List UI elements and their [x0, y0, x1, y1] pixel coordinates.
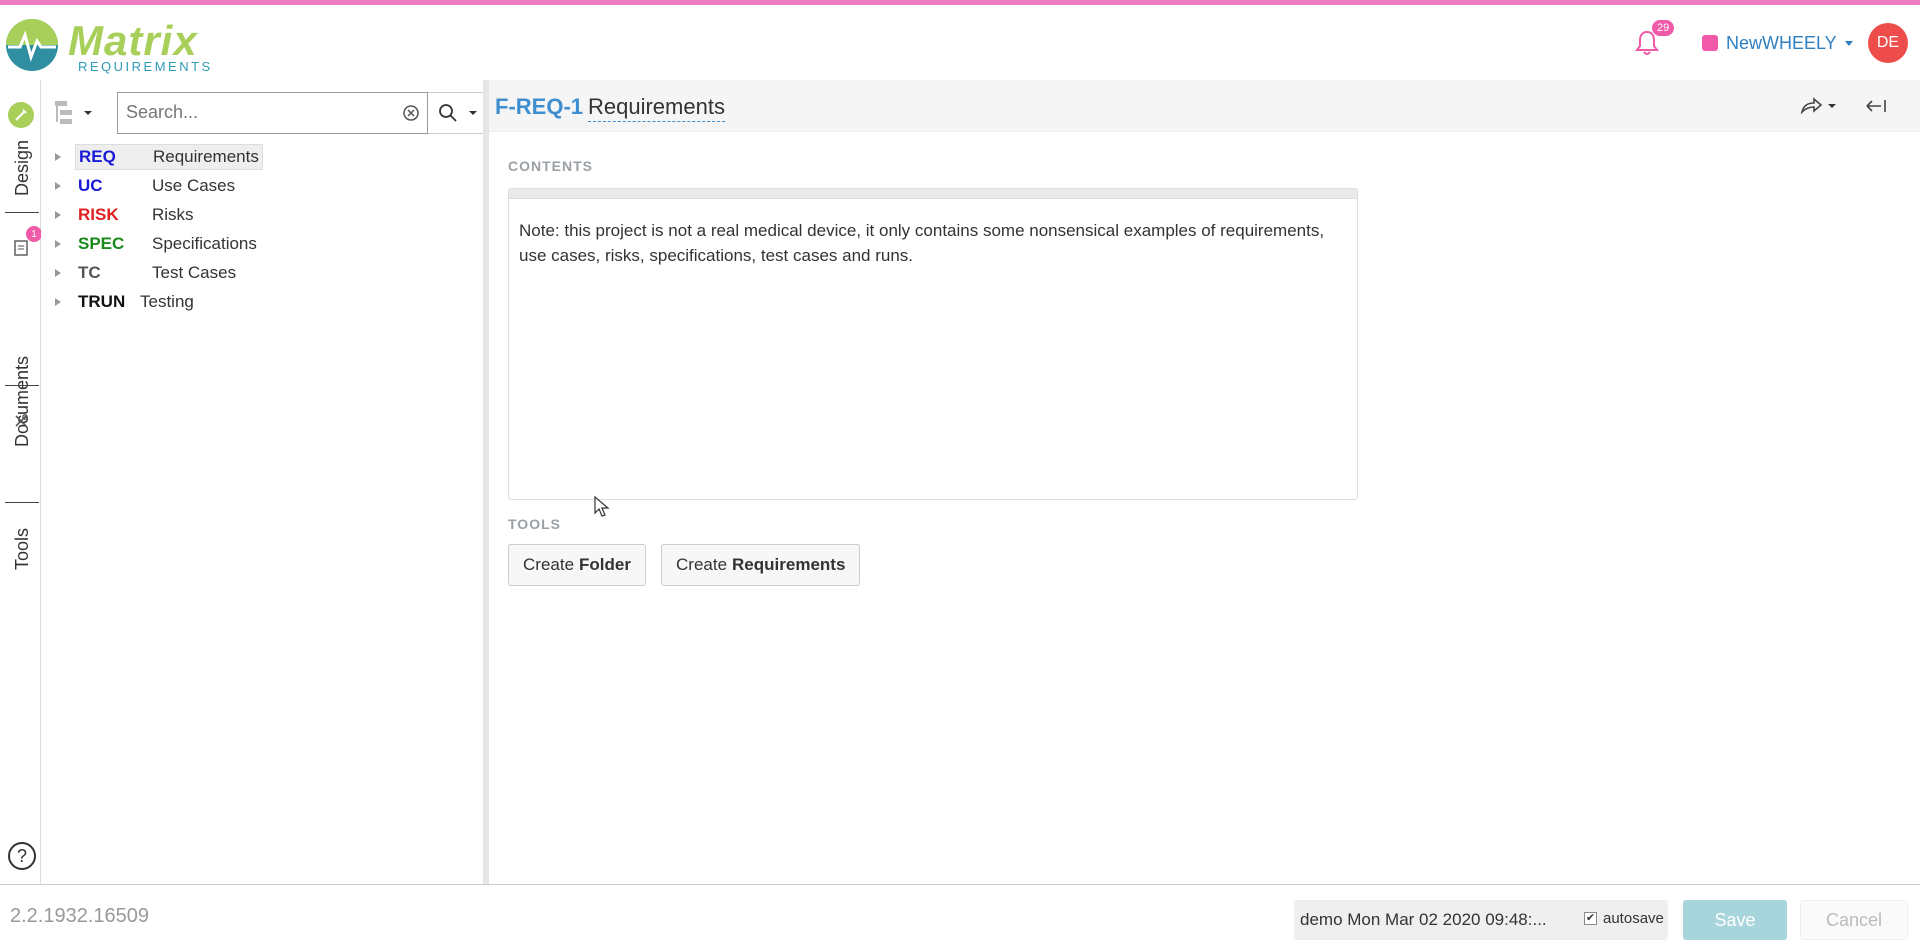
tree-item-code: TC [78, 262, 101, 282]
mouse-pointer-icon [594, 496, 610, 517]
create-folder-button[interactable]: Create Folder [508, 544, 646, 586]
tab-documents-label: Documents [12, 356, 32, 448]
tools-icon[interactable] [13, 413, 29, 429]
tree-item-label: Requirements [153, 146, 259, 166]
app-header: Matrix REQUIREMENTS 29 NewWHEELY DE [0, 5, 1920, 80]
expand-arrow-icon[interactable] [55, 181, 61, 190]
item-id[interactable]: F-REQ-1 [495, 94, 583, 120]
button-prefix: Create [523, 555, 575, 574]
item-panel: F-REQ-1 Requirements CONTENTS Note: this… [489, 80, 1920, 884]
tree-item-trun[interactable]: TRUN Testing [53, 287, 263, 316]
project-color-swatch [1702, 35, 1718, 51]
cancel-button[interactable]: Cancel [1800, 900, 1908, 940]
user-avatar[interactable]: DE [1868, 23, 1908, 63]
tree-item-code: TRUN [78, 291, 126, 311]
contents-text[interactable]: Note: this project is not a real medical… [509, 199, 1357, 268]
logo-subtitle: REQUIREMENTS [78, 59, 213, 74]
sidebar-divider [5, 385, 39, 386]
tree-item-label: Testing [140, 291, 194, 311]
expand-arrow-icon[interactable] [55, 210, 61, 219]
share-icon [1800, 97, 1823, 115]
tree-item-wrap: TRUN Testing [75, 290, 197, 314]
tree-item-code: REQ [79, 146, 116, 166]
tree-panel: REQ Requirements UC Use Cases RISK Risks… [41, 80, 488, 884]
left-sidebar: Design 1 Documents Tools ? [0, 80, 42, 884]
contents-editor[interactable]: Note: this project is not a real medical… [508, 188, 1358, 500]
expand-arrow-icon[interactable] [55, 239, 61, 248]
expand-arrow-icon[interactable] [55, 297, 61, 306]
item-tree: REQ Requirements UC Use Cases RISK Risks… [53, 142, 263, 316]
search-icon [438, 104, 457, 122]
notification-count-badge: 29 [1652, 20, 1675, 36]
save-button[interactable]: Save [1683, 900, 1787, 940]
tree-item-wrap: SPEC Specifications [75, 232, 260, 256]
chevron-down-icon [1828, 104, 1836, 108]
autosave-label: autosave [1603, 910, 1664, 927]
logo-mark-icon [6, 19, 58, 71]
search-button[interactable] [428, 92, 488, 134]
chevron-down-icon [1844, 40, 1853, 46]
tree-item-wrap: UC Use Cases [75, 174, 238, 198]
tree-view-menu[interactable] [53, 98, 97, 128]
design-brush-icon[interactable] [8, 102, 34, 128]
tree-item-label: Risks [152, 204, 194, 224]
tree-item-spec[interactable]: SPEC Specifications [53, 229, 263, 258]
tree-item-uc[interactable]: UC Use Cases [53, 171, 263, 200]
tab-documents[interactable]: Documents [5, 270, 39, 460]
help-button[interactable]: ? [8, 842, 36, 870]
button-bold-label: Folder [579, 555, 631, 574]
sidebar-divider [5, 502, 39, 503]
documents-icon[interactable] [14, 240, 28, 256]
tree-search-box [117, 92, 428, 134]
logo-wordmark: Matrix [68, 17, 198, 64]
tree-structure-icon [55, 101, 72, 124]
last-save-status: demo Mon Mar 02 2020 09:48:... [1300, 910, 1547, 929]
item-title[interactable]: Requirements [588, 94, 725, 122]
expand-arrow-icon[interactable] [55, 152, 61, 161]
chevron-down-icon [468, 111, 477, 115]
collapse-panel-icon[interactable] [1861, 94, 1891, 118]
tab-tools-label: Tools [12, 528, 32, 571]
tree-item-wrap: TC Test Cases [75, 261, 239, 285]
search-input[interactable] [118, 93, 378, 131]
autosave-toggle[interactable]: ✔ autosave [1584, 910, 1664, 927]
tree-item-code: RISK [78, 204, 119, 224]
tree-item-wrap: RISK Risks [75, 203, 197, 227]
contents-section-label: CONTENTS [508, 158, 593, 174]
project-name: NewWHEELY [1726, 32, 1837, 53]
button-bold-label: Requirements [732, 555, 846, 574]
editor-toolbar [509, 189, 1357, 199]
item-header: F-REQ-1 Requirements [489, 80, 1920, 132]
clear-search-icon[interactable] [402, 104, 420, 122]
tree-item-label: Use Cases [152, 175, 236, 195]
tab-tools[interactable]: Tools [5, 440, 39, 580]
app-logo[interactable]: Matrix REQUIREMENTS [4, 15, 224, 77]
tab-design-label: Design [12, 140, 32, 197]
app-footer: 2.2.1932.16509 demo Mon Mar 02 2020 09:4… [0, 884, 1920, 946]
expand-arrow-icon[interactable] [55, 268, 61, 277]
tree-item-req[interactable]: REQ Requirements [53, 142, 263, 171]
version-label: 2.2.1932.16509 [10, 905, 150, 927]
brush-icon [15, 109, 27, 121]
sidebar-divider [5, 212, 39, 213]
tree-item-wrap: REQ Requirements [75, 143, 263, 170]
tree-item-code: UC [78, 175, 103, 195]
documents-count-badge: 1 [26, 226, 42, 242]
tree-toolbar [53, 92, 488, 134]
save-status-box: demo Mon Mar 02 2020 09:48:... ✔ autosav… [1294, 900, 1668, 940]
tree-item-code: SPEC [78, 233, 125, 253]
share-menu-button[interactable] [1799, 94, 1839, 118]
autosave-checkbox[interactable]: ✔ [1584, 912, 1597, 925]
tree-item-risk[interactable]: RISK Risks [53, 200, 263, 229]
button-prefix: Create [676, 555, 728, 574]
chevron-down-icon [84, 111, 92, 115]
project-selector[interactable]: NewWHEELY [1702, 32, 1853, 54]
tree-item-label: Specifications [152, 233, 257, 253]
tree-item-tc[interactable]: TC Test Cases [53, 258, 263, 287]
tree-item-label: Test Cases [152, 262, 237, 282]
tools-section-label: TOOLS [508, 516, 561, 532]
create-requirements-button[interactable]: Create Requirements [661, 544, 861, 586]
